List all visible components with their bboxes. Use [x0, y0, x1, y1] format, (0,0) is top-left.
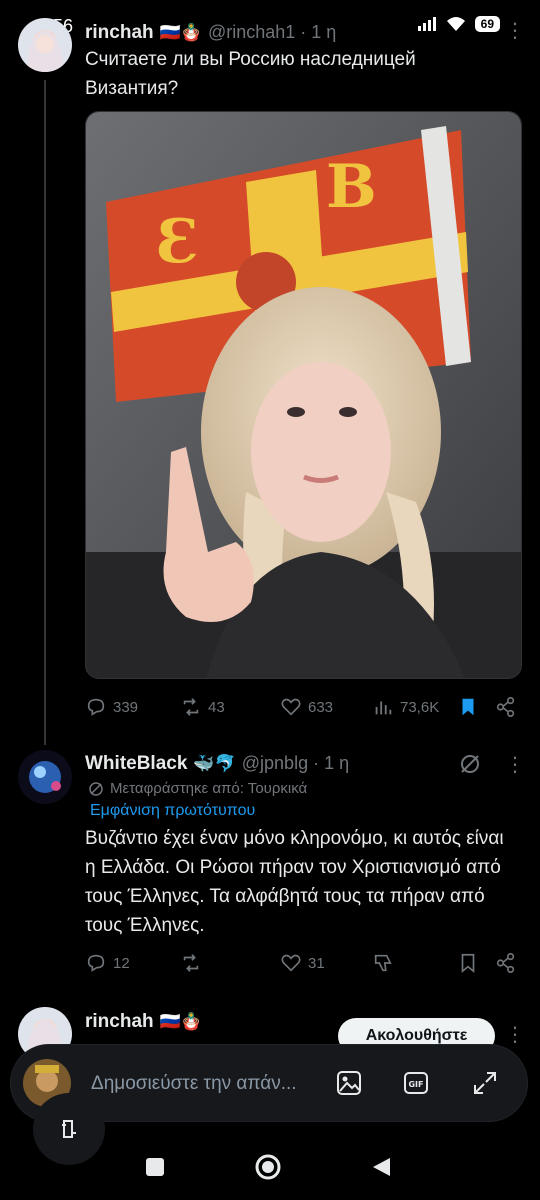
home-icon[interactable] — [254, 1153, 282, 1181]
post1-text: Считаете ли вы Россию наследницей Визант… — [85, 49, 416, 99]
post2-actions: 12 31 — [85, 948, 525, 978]
share-icon — [496, 953, 515, 973]
post1-repost-button[interactable]: 43 — [180, 696, 280, 718]
image-icon[interactable] — [335, 1069, 363, 1097]
post1-like-count: 633 — [308, 698, 334, 716]
grok-icon[interactable] — [458, 752, 482, 776]
post1-views-button[interactable]: 73,6K — [372, 696, 457, 718]
avatar-whiteblack[interactable] — [18, 750, 72, 804]
post1-bookmark-button[interactable] — [457, 696, 495, 718]
svg-text:B: B — [326, 152, 377, 222]
svg-text:GIF: GIF — [408, 1080, 423, 1089]
translated-text: Μεταφράστηκε από: Τουρκικά — [110, 780, 308, 797]
post2-display-name[interactable]: WhiteBlack — [85, 753, 187, 775]
post2-bookmark-button[interactable] — [457, 952, 495, 974]
signal-icon — [417, 17, 436, 31]
post3-display-name[interactable]: rinchah — [85, 1011, 154, 1033]
post1-like-button[interactable]: 633 — [280, 696, 372, 718]
post1-reply-count: 339 — [113, 698, 139, 716]
post1-share-button[interactable] — [495, 696, 525, 718]
post1-badges: 🇷🇺🪆 — [159, 23, 202, 42]
post2-handle[interactable]: @jpnblg · 1 η — [242, 753, 349, 774]
post2-repost-button[interactable] — [180, 952, 280, 974]
bookmark-filled-icon — [462, 698, 474, 716]
system-nav-bar — [0, 1130, 540, 1200]
post2-like-button[interactable]: 31 — [280, 952, 372, 974]
reply-icon — [87, 698, 105, 716]
post1-reply-button[interactable]: 339 — [85, 696, 180, 718]
heart-icon — [281, 954, 301, 972]
post1-display-name[interactable]: rinchah — [85, 22, 154, 44]
thumbs-down-icon — [374, 954, 392, 972]
post3-header: rinchah 🇷🇺🪆 — [85, 1011, 202, 1033]
gif-icon[interactable]: GIF — [402, 1069, 430, 1097]
post2-like-count: 31 — [308, 954, 325, 972]
show-original-link[interactable]: Εμφάνιση πρωτότυπου — [90, 802, 255, 820]
post1-photo[interactable]: Ɛ B — [85, 111, 522, 679]
translate-icon — [89, 781, 103, 796]
post1-more-icon[interactable]: ⋮ — [505, 18, 525, 43]
repost-icon — [183, 698, 199, 716]
reply-icon — [87, 954, 105, 972]
photo-illustration: Ɛ B — [86, 112, 521, 678]
post2-more-icon[interactable]: ⋮ — [505, 752, 525, 777]
post1-repost-count: 43 — [208, 698, 225, 716]
status-icons: 69 — [417, 16, 500, 32]
post1-actions: 339 43 633 73,6K — [85, 692, 525, 722]
thread-connector — [44, 80, 46, 745]
post1-header: rinchah 🇷🇺🪆 @rinchah1 · 1 η — [85, 22, 336, 44]
bookmark-icon — [461, 953, 475, 974]
post2-badges: 🐳🐬 — [193, 754, 236, 773]
post3-badges: 🇷🇺🪆 — [159, 1012, 202, 1031]
post2-share-button[interactable] — [495, 952, 525, 974]
post2-text: Βυζάντιο έχει έναν μόνο κληρονόμο, κι αυ… — [85, 828, 504, 936]
back-icon[interactable] — [370, 1156, 392, 1178]
post1-handle[interactable]: @rinchah1 · 1 η — [208, 22, 336, 43]
battery-indicator: 69 — [474, 16, 500, 32]
reply-input[interactable]: Δημοσιεύστε την απάν... — [91, 1073, 297, 1095]
post2-header: WhiteBlack 🐳🐬 @jpnblg · 1 η — [85, 753, 349, 775]
post1-views-count: 73,6K — [400, 698, 440, 716]
expand-icon[interactable] — [471, 1069, 499, 1097]
post2-downvote-button[interactable] — [372, 952, 457, 974]
heart-icon — [281, 698, 301, 716]
avatar-rinchah[interactable] — [18, 18, 72, 72]
wifi-icon — [446, 17, 465, 31]
views-icon — [375, 701, 392, 715]
repost-icon — [183, 954, 199, 972]
svg-text:Ɛ: Ɛ — [156, 207, 199, 277]
recents-icon[interactable] — [145, 1157, 165, 1177]
share-icon — [496, 697, 515, 717]
post2-reply-button[interactable]: 12 — [85, 952, 180, 974]
post3-more-icon[interactable]: ⋮ — [505, 1022, 525, 1047]
post2-reply-count: 12 — [113, 954, 130, 972]
translated-label: Μεταφράστηκε από: Τουρκικά — [88, 780, 307, 797]
